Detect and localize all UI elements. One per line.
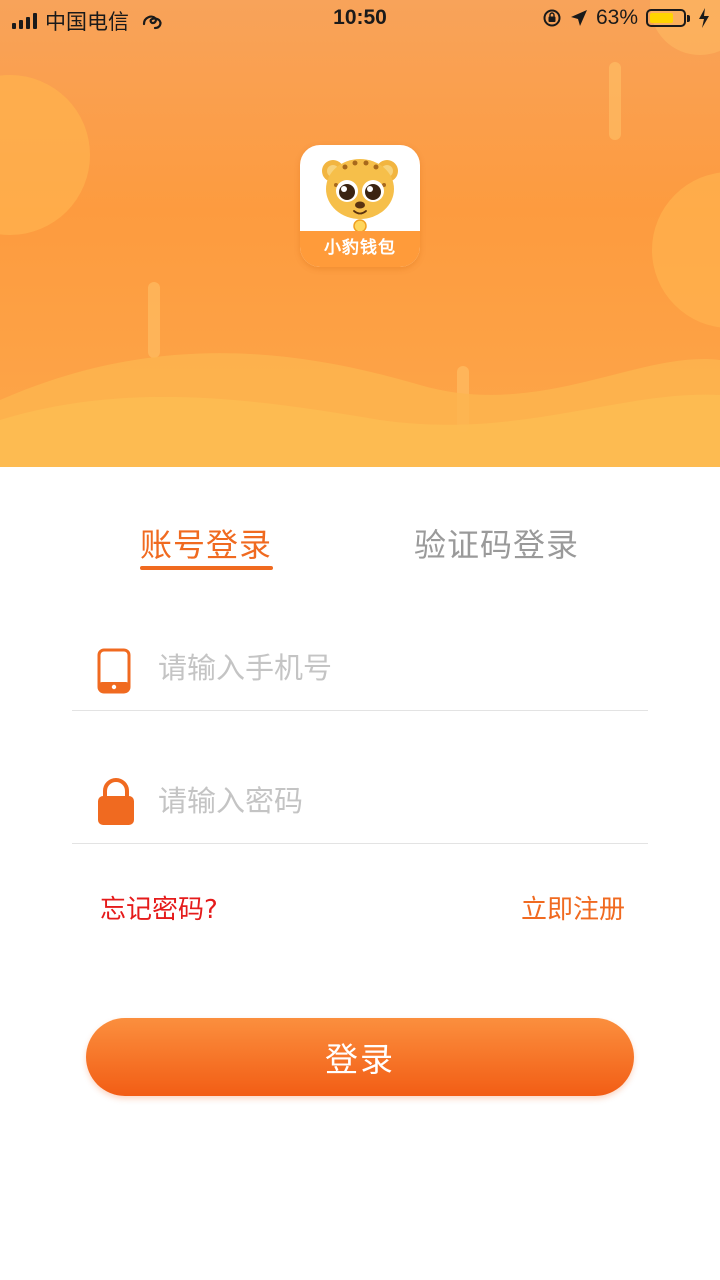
charging-bolt-icon (699, 8, 709, 28)
status-bar: 中国电信 10:50 63% (0, 0, 720, 40)
hero-banner: 中国电信 10:50 63% 小豹钱包 (0, 0, 720, 467)
status-right: 63% (542, 6, 710, 30)
login-button[interactable]: 登录 (86, 1018, 634, 1096)
login-screen: 中国电信 10:50 63% 小豹钱包 账号登录 验证码登录 请输入手机号 忘记… (0, 0, 720, 1280)
battery-icon (646, 9, 690, 27)
password-input[interactable] (158, 779, 628, 823)
orientation-lock-icon (543, 9, 561, 27)
phone-field (72, 640, 648, 711)
lock-icon (98, 778, 134, 825)
leopard-mascot-icon (322, 159, 398, 233)
location-arrow-icon (570, 10, 587, 26)
battery-percent: 63% (595, 6, 638, 29)
forgot-password-link[interactable]: 忘记密码? (100, 889, 218, 926)
app-logo: 小豹钱包 (300, 145, 420, 267)
phone-input[interactable] (158, 646, 628, 690)
tab-account-login[interactable]: 账号登录 (140, 520, 272, 566)
password-field (72, 773, 648, 844)
active-tab-indicator (140, 566, 273, 570)
phone-icon (97, 648, 131, 694)
register-link[interactable]: 立即注册 (521, 889, 625, 926)
logo-text: 小豹钱包 (300, 231, 420, 267)
login-method-tabs: 账号登录 验证码登录 (0, 520, 720, 580)
tab-code-login[interactable]: 验证码登录 (414, 520, 579, 566)
